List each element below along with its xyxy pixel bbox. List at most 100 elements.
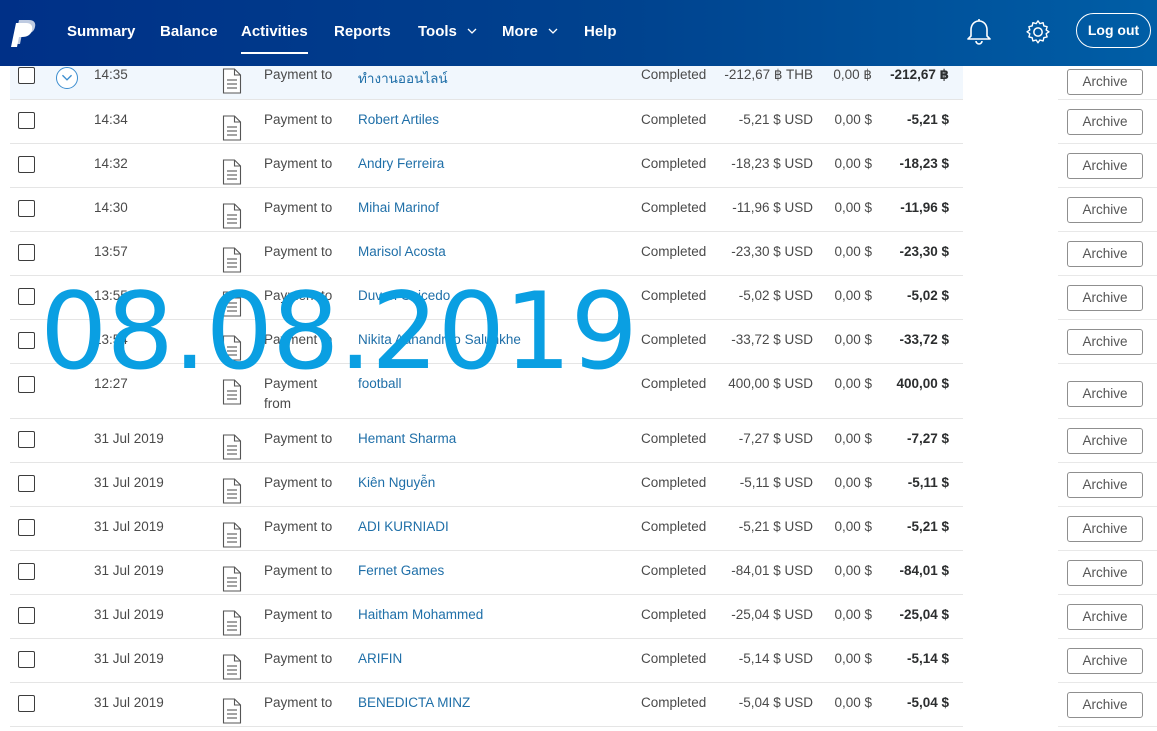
- nav-help-label: Help: [584, 23, 617, 40]
- row-checkbox[interactable]: [18, 475, 35, 492]
- row-name-link[interactable]: Kiên Nguyễn: [358, 475, 435, 490]
- row-checkbox[interactable]: [18, 651, 35, 668]
- nav-summary[interactable]: Summary: [67, 0, 135, 66]
- row-checkbox[interactable]: [18, 288, 35, 305]
- archive-button[interactable]: Archive: [1067, 329, 1143, 355]
- archive-button[interactable]: Archive: [1067, 381, 1143, 407]
- archive-button[interactable]: Archive: [1067, 69, 1143, 95]
- archive-button[interactable]: Archive: [1067, 428, 1143, 454]
- logout-button[interactable]: Log out: [1076, 13, 1151, 48]
- row-date: 31 Jul 2019: [94, 695, 164, 710]
- row-date: 12:27: [94, 376, 128, 391]
- archive-button[interactable]: Archive: [1067, 692, 1143, 718]
- table-row[interactable]: 14:32 Payment to Andry Ferreira Completed -1…: [10, 144, 963, 188]
- nav-more[interactable]: More: [502, 0, 558, 66]
- archive-button[interactable]: Archive: [1067, 604, 1143, 630]
- row-date: 31 Jul 2019: [94, 431, 164, 446]
- document-icon[interactable]: [222, 522, 242, 548]
- row-checkbox[interactable]: [18, 200, 35, 217]
- row-name-link[interactable]: ทำงานออนไลน์: [358, 67, 448, 89]
- document-icon[interactable]: [222, 434, 242, 460]
- row-checkbox[interactable]: [18, 695, 35, 712]
- row-name-link[interactable]: Haitham Mohammed: [358, 607, 483, 622]
- archive-button[interactable]: Archive: [1067, 197, 1143, 223]
- archive-button[interactable]: Archive: [1067, 648, 1143, 674]
- nav-balance[interactable]: Balance: [160, 0, 218, 66]
- row-name-link[interactable]: Marisol Acosta: [358, 244, 446, 259]
- document-icon[interactable]: [222, 115, 242, 141]
- document-icon[interactable]: [222, 247, 242, 273]
- row-checkbox[interactable]: [18, 244, 35, 261]
- row-name-link[interactable]: Robert Artiles: [358, 112, 439, 127]
- document-icon[interactable]: [222, 566, 242, 592]
- table-row[interactable]: 31 Jul 2019 Payment to Hemant Sharma Comple…: [10, 419, 963, 463]
- document-icon[interactable]: [222, 654, 242, 680]
- archive-button[interactable]: Archive: [1067, 516, 1143, 542]
- table-row[interactable]: 14:34 Payment to Robert Artiles Completed -5…: [10, 100, 963, 144]
- table-row[interactable]: 13:57 Payment to Marisol Acosta Completed -2…: [10, 232, 963, 276]
- nav-reports[interactable]: Reports: [334, 0, 391, 66]
- nav-activities[interactable]: Activities: [241, 0, 308, 66]
- archive-button[interactable]: Archive: [1067, 285, 1143, 311]
- row-checkbox[interactable]: [18, 519, 35, 536]
- row-checkbox[interactable]: [18, 156, 35, 173]
- archive-button[interactable]: Archive: [1067, 241, 1143, 267]
- row-date: 14:32: [94, 156, 128, 171]
- row-gross: -5,14 $ USD: [738, 651, 813, 666]
- archive-button[interactable]: Archive: [1067, 472, 1143, 498]
- document-icon[interactable]: [222, 379, 242, 405]
- row-net: -212,67 ฿: [890, 67, 949, 82]
- gear-icon[interactable]: [1025, 18, 1051, 46]
- table-row[interactable]: 13:55 Payment to Duvan Caicedo Completed -5,…: [10, 276, 963, 320]
- table-row[interactable]: 14:30 Payment to Mihai Marinof Completed -11…: [10, 188, 963, 232]
- table-row[interactable]: 31 Jul 2019 Payment to Fernet Games Complet…: [10, 551, 963, 595]
- row-date: 13:57: [94, 244, 128, 259]
- row-net: -33,72 $: [899, 332, 949, 347]
- row-checkbox[interactable]: [18, 332, 35, 349]
- row-gross: -33,72 $ USD: [731, 332, 813, 347]
- row-checkbox[interactable]: [18, 431, 35, 448]
- row-name-link[interactable]: Duvan Caicedo: [358, 288, 450, 303]
- document-icon[interactable]: [222, 698, 242, 724]
- row-name-link[interactable]: Nikita Aanandrao Salunkhe: [358, 332, 521, 347]
- row-name-link[interactable]: BENEDICTA MINZ: [358, 695, 470, 710]
- row-name-link[interactable]: Mihai Marinof: [358, 200, 439, 215]
- document-icon[interactable]: [222, 291, 242, 317]
- row-type: Payment to: [264, 67, 333, 82]
- document-icon[interactable]: [222, 159, 242, 185]
- row-name-link[interactable]: Fernet Games: [358, 563, 444, 578]
- table-row[interactable]: 31 Jul 2019 Payment to ADI KURNIADI Complet…: [10, 507, 963, 551]
- row-name-link[interactable]: ADI KURNIADI: [358, 519, 449, 534]
- bell-icon[interactable]: [966, 18, 992, 46]
- archive-button[interactable]: Archive: [1067, 109, 1143, 135]
- row-date: 31 Jul 2019: [94, 519, 164, 534]
- table-row[interactable]: 14:35 Payment to ทำงานออนไลน์ Completed -212…: [10, 66, 963, 100]
- nav-help[interactable]: Help: [584, 0, 617, 66]
- document-icon[interactable]: [222, 610, 242, 636]
- archive-button[interactable]: Archive: [1067, 560, 1143, 586]
- table-row[interactable]: 31 Jul 2019 Payment to BENEDICTA MINZ Compl…: [10, 683, 963, 727]
- row-name-link[interactable]: ARIFIN: [358, 651, 402, 666]
- row-checkbox[interactable]: [18, 563, 35, 580]
- document-icon[interactable]: [222, 203, 242, 229]
- table-row[interactable]: 12:27 Payment from football Completed 400,00…: [10, 364, 963, 419]
- row-name-link[interactable]: Hemant Sharma: [358, 431, 456, 446]
- table-row[interactable]: 13:54 Payment to Nikita Aanandrao Salunkhe…: [10, 320, 963, 364]
- nav-tools[interactable]: Tools: [418, 0, 477, 66]
- table-row[interactable]: 31 Jul 2019 Payment to Kiên Nguyễn Complete…: [10, 463, 963, 507]
- table-row[interactable]: 31 Jul 2019 Payment to Haitham Mohammed Com…: [10, 595, 963, 639]
- document-icon[interactable]: [222, 335, 242, 361]
- archive-button[interactable]: Archive: [1067, 153, 1143, 179]
- row-name-link[interactable]: football: [358, 376, 402, 391]
- row-gross: -84,01 $ USD: [731, 563, 813, 578]
- row-name-link[interactable]: Andry Ferreira: [358, 156, 444, 171]
- row-expand-toggle[interactable]: [56, 67, 78, 89]
- row-checkbox[interactable]: [18, 112, 35, 129]
- document-icon[interactable]: [222, 478, 242, 504]
- table-row[interactable]: 31 Jul 2019 Payment to ARIFIN Completed -5,1…: [10, 639, 963, 683]
- paypal-logo-icon[interactable]: [10, 18, 38, 48]
- document-icon[interactable]: [222, 68, 242, 94]
- row-checkbox[interactable]: [18, 376, 35, 393]
- row-checkbox[interactable]: [18, 607, 35, 624]
- row-checkbox[interactable]: [18, 67, 35, 84]
